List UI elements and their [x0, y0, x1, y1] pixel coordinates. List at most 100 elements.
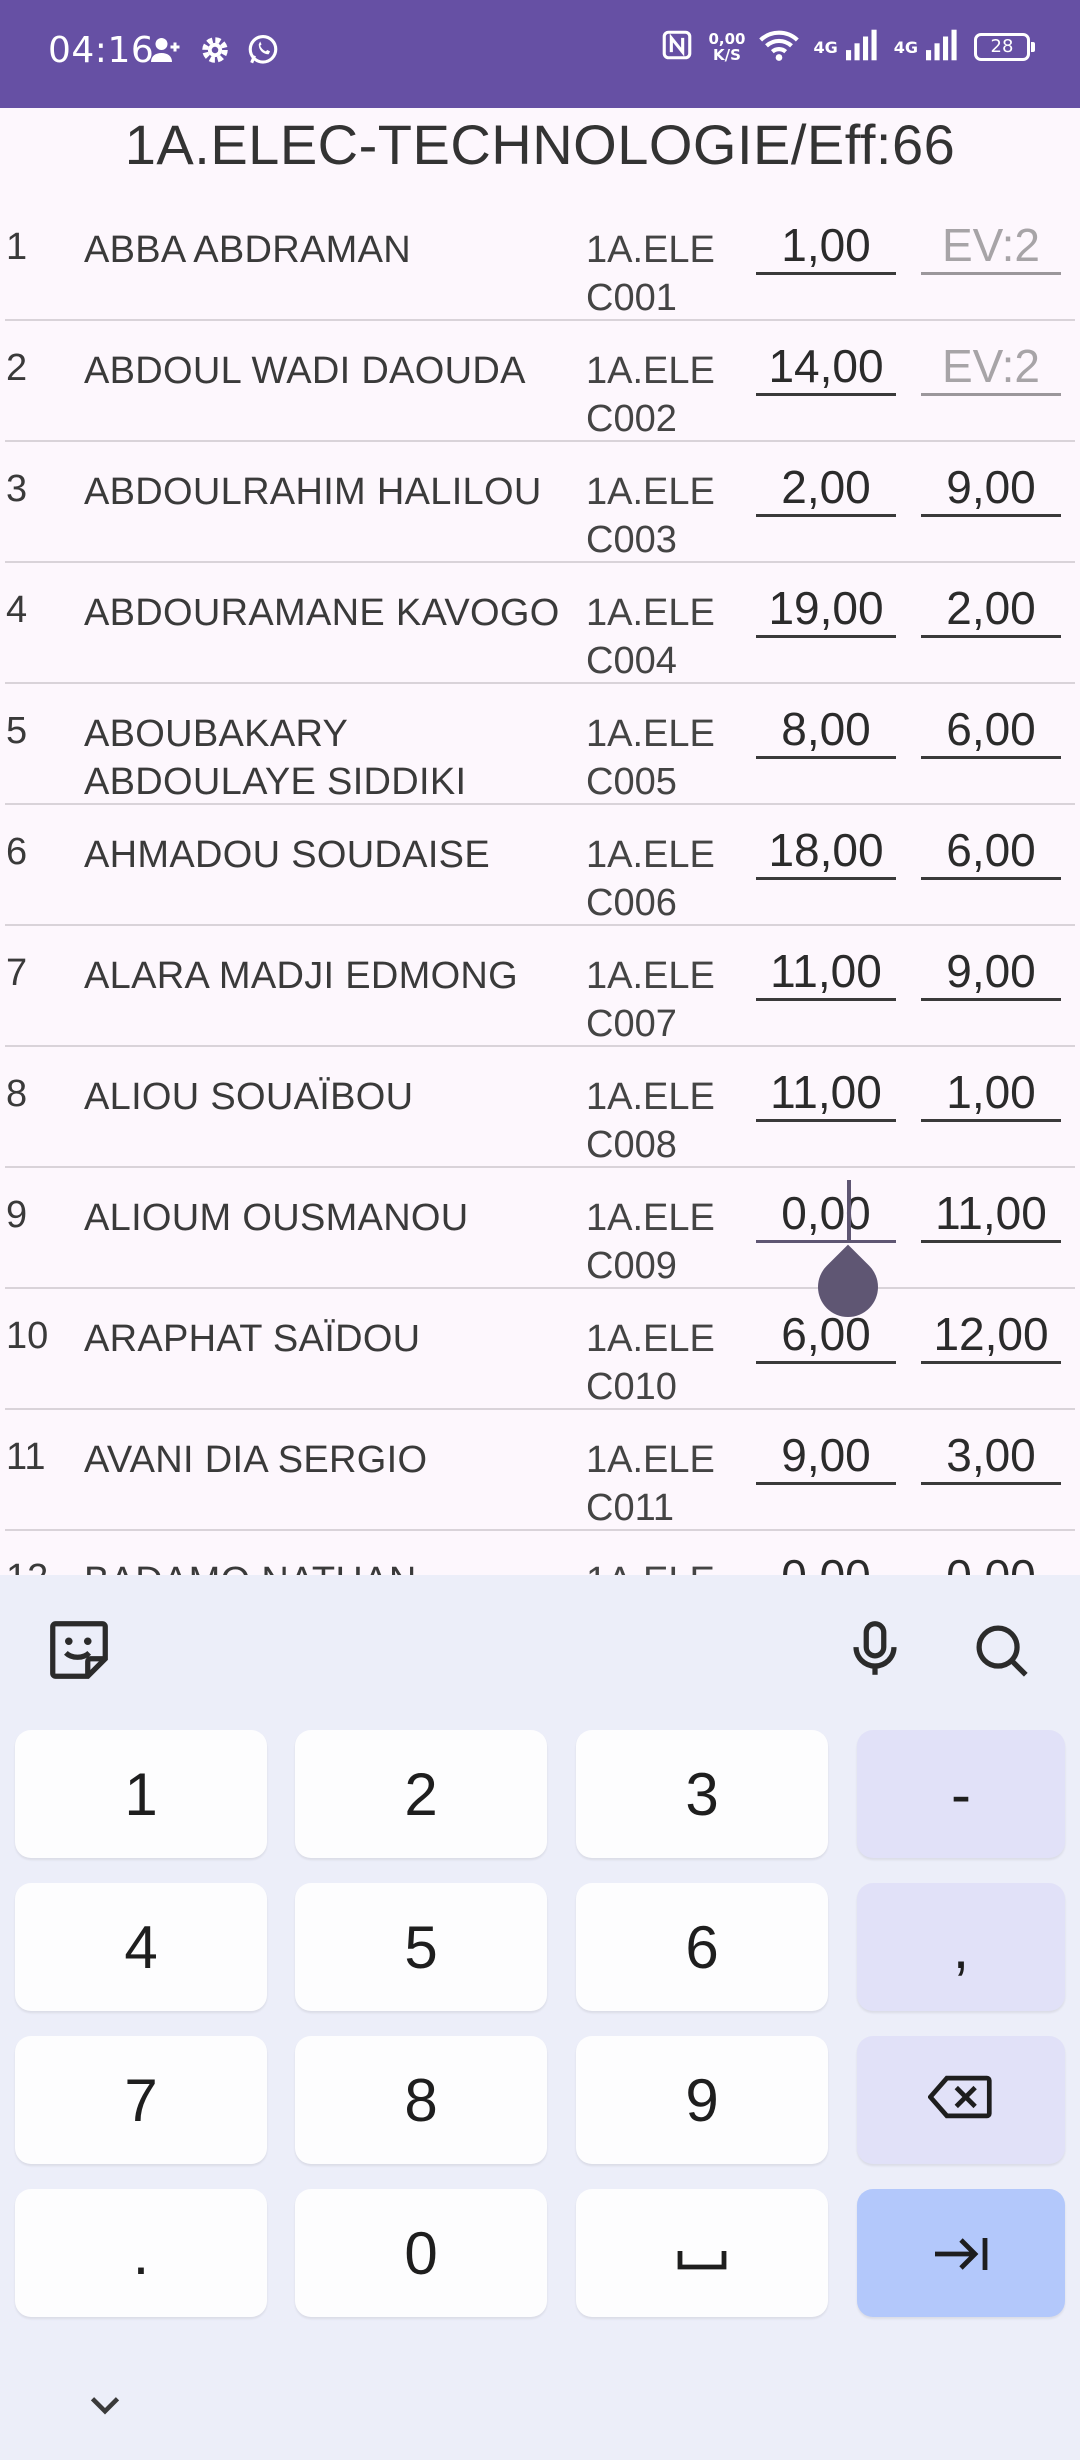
student-class: 1A.ELE: [586, 955, 715, 997]
nfc-icon: [660, 28, 694, 66]
student-class: 1A.ELE: [586, 1197, 715, 1239]
grade-2-input[interactable]: EV:2: [921, 218, 1061, 275]
grade-2-input[interactable]: 11,00: [921, 1186, 1061, 1243]
table-row: 4 ABDOURAMANE KAVOGO 1A.ELE C004 19,00 2…: [0, 563, 1080, 684]
grade-1-input[interactable]: 0,00: [756, 1549, 896, 1575]
grade-2-input[interactable]: 6,00: [921, 702, 1061, 759]
student-name: AHMADOU SOUDAISE: [84, 834, 490, 876]
table-row: 3 ABDOULRAHIM HALILOU 1A.ELE C003 2,00 9…: [0, 442, 1080, 563]
status-time: 04:16: [48, 30, 155, 71]
row-number: 1: [6, 226, 28, 268]
student-class: 1A.ELE: [586, 1557, 715, 1575]
key-5[interactable]: 5: [295, 1883, 547, 2011]
space-icon: [674, 2219, 730, 2288]
row-number: 12: [6, 1557, 48, 1575]
key-8[interactable]: 8: [295, 2036, 547, 2164]
table-row: 7 ALARA MADJI EDMONG 1A.ELE C007 11,00 9…: [0, 926, 1080, 1047]
whatsapp-icon: [246, 33, 280, 71]
table-row: 6 AHMADOU SOUDAISE 1A.ELE C006 18,00 6,0…: [0, 805, 1080, 926]
grade-2-input[interactable]: 0,00: [921, 1549, 1061, 1575]
grade-1-input[interactable]: 19,00: [756, 581, 896, 638]
grade-1-input[interactable]: 11,00: [756, 944, 896, 1001]
grade-2-input[interactable]: 1,00: [921, 1065, 1061, 1122]
student-class: 1A.ELE: [586, 1076, 715, 1118]
table-row: 8 ALIOU SOUAÏBOU 1A.ELE C008 11,00 1,00: [0, 1047, 1080, 1168]
signal-icon: [845, 29, 880, 65]
row-number: 7: [6, 952, 28, 994]
key-minus[interactable]: -: [857, 1730, 1065, 1858]
student-code: C002: [586, 398, 677, 440]
student-name: ABDOURAMANE KAVOGO: [84, 592, 560, 634]
grade-2-input[interactable]: 3,00: [921, 1428, 1061, 1485]
contact-icon: [148, 32, 184, 72]
student-code: C005: [586, 761, 677, 803]
key-comma[interactable]: ,: [857, 1883, 1065, 2011]
microphone-icon[interactable]: [840, 1615, 910, 1685]
student-code: C006: [586, 882, 677, 924]
key-3[interactable]: 3: [576, 1730, 828, 1858]
key-9[interactable]: 9: [576, 2036, 828, 2164]
student-class: 1A.ELE: [586, 1439, 715, 1481]
key-period[interactable]: .: [15, 2189, 267, 2317]
grade-1-input[interactable]: 6,00: [756, 1307, 896, 1364]
row-number: 4: [6, 589, 28, 631]
student-code: C007: [586, 1003, 677, 1045]
row-number: 8: [6, 1073, 28, 1115]
search-icon[interactable]: [966, 1615, 1036, 1685]
grade-1-input-focused[interactable]: 0,00: [756, 1186, 896, 1243]
grade-2-input[interactable]: EV:2: [921, 339, 1061, 396]
grade-1-input[interactable]: 14,00: [756, 339, 896, 396]
grade-1-input[interactable]: 2,00: [756, 460, 896, 517]
student-code: C004: [586, 640, 677, 682]
student-class: 1A.ELE: [586, 350, 715, 392]
key-4[interactable]: 4: [15, 1883, 267, 2011]
table-row: 1 ABBA ABDRAMAN 1A.ELE C001 1,00 EV:2: [0, 200, 1080, 321]
student-class: 1A.ELE: [586, 834, 715, 876]
key-0[interactable]: 0: [295, 2189, 547, 2317]
key-6[interactable]: 6: [576, 1883, 828, 2011]
text-cursor: [847, 1180, 851, 1240]
grade-1-input[interactable]: 9,00: [756, 1428, 896, 1485]
emoji-sticker-icon[interactable]: [44, 1615, 114, 1685]
student-code: C009: [586, 1245, 677, 1287]
student-code: C008: [586, 1124, 677, 1166]
student-code: C001: [586, 277, 677, 319]
student-name: ALARA MADJI EDMONG: [84, 955, 519, 997]
row-number: 9: [6, 1194, 28, 1236]
chevron-down-icon[interactable]: [80, 2385, 130, 2425]
grade-2-input[interactable]: 2,00: [921, 581, 1061, 638]
key-7[interactable]: 7: [15, 2036, 267, 2164]
page-title: 1A.ELEC-TECHNOLOGIE/Eff:66: [124, 113, 956, 176]
key-1[interactable]: 1: [15, 1730, 267, 1858]
row-number: 6: [6, 831, 28, 873]
next-key[interactable]: [857, 2189, 1065, 2317]
grade-2-input[interactable]: 9,00: [921, 460, 1061, 517]
grade-2-input[interactable]: 12,00: [921, 1307, 1061, 1364]
space-key[interactable]: [576, 2189, 828, 2317]
grade-1-input[interactable]: 18,00: [756, 823, 896, 880]
table-row: 9 ALIOUM OUSMANOU 1A.ELE C009 0,00 11,00: [0, 1168, 1080, 1289]
backspace-icon: [927, 2066, 994, 2135]
student-name: ABOUBAKARY ABDOULAYE SIDDIKI: [84, 713, 467, 803]
grade-1-input[interactable]: 1,00: [756, 218, 896, 275]
table-row: 11 AVANI DIA SERGIO 1A.ELE C011 9,00 3,0…: [0, 1410, 1080, 1531]
table-row: 5 ABOUBAKARY ABDOULAYE SIDDIKI 1A.ELE C0…: [0, 684, 1080, 805]
grade-2-input[interactable]: 9,00: [921, 944, 1061, 1001]
battery-icon: 28: [974, 33, 1035, 61]
net-speed: 0,00 K/S: [708, 30, 746, 64]
status-bar: 04:16 0,00 K/S 4G 4G 28: [0, 0, 1080, 108]
key-2[interactable]: 2: [295, 1730, 547, 1858]
student-class: 1A.ELE: [586, 713, 715, 755]
row-number: 11: [6, 1436, 46, 1478]
grade-2-input[interactable]: 6,00: [921, 823, 1061, 880]
row-number: 10: [6, 1315, 49, 1357]
student-code: C010: [586, 1366, 677, 1408]
student-list[interactable]: 1 ABBA ABDRAMAN 1A.ELE C001 1,00 EV:2 2 …: [0, 200, 1080, 1575]
backspace-key[interactable]: [857, 2036, 1065, 2164]
wifi-icon: [759, 28, 800, 66]
student-name: ARAPHAT SAÏDOU: [84, 1318, 421, 1360]
grade-1-input[interactable]: 11,00: [756, 1065, 896, 1122]
student-class: 1A.ELE: [586, 229, 715, 271]
student-class: 1A.ELE: [586, 592, 715, 634]
grade-1-input[interactable]: 8,00: [756, 702, 896, 759]
